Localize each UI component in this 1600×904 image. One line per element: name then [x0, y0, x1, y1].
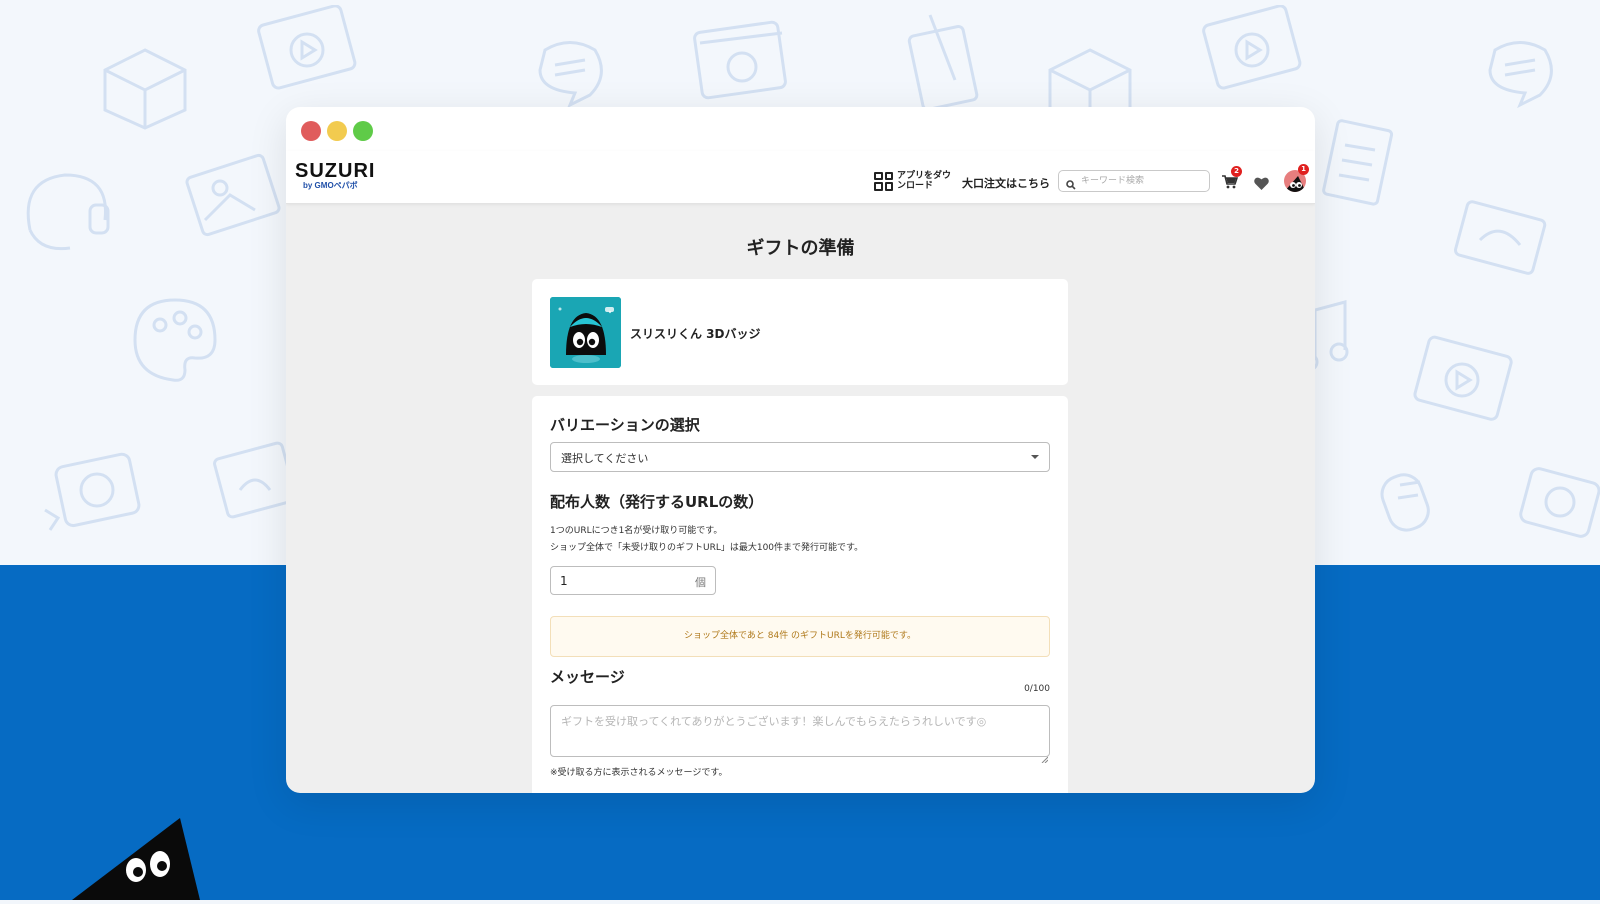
chat-doodle-icon-2 [1480, 35, 1560, 125]
search-box [1058, 170, 1210, 192]
browser-window: SUZURI by GMOペパボ アプリをダウンロード 大口注文はこちら 2 [286, 107, 1315, 793]
palette-doodle-icon [125, 290, 225, 390]
chevron-down-icon [1031, 455, 1039, 459]
cube-doodle-icon [95, 40, 195, 130]
main-content: ギフトの準備 スリスリくん 3Dバッジ バリエーションの選択 選択してください … [286, 204, 1315, 793]
camera-doodle-icon-2 [1510, 450, 1600, 550]
pen-doodle-icon [900, 10, 990, 110]
video-doodle-icon-2 [1200, 5, 1310, 105]
minimize-window-button[interactable] [327, 121, 347, 141]
recipient-count-field: 個 [550, 566, 716, 595]
search-icon [1066, 175, 1076, 194]
notification-badge: 1 [1298, 164, 1309, 175]
search-input[interactable] [1081, 172, 1205, 190]
recipient-count-unit: 個 [695, 576, 706, 589]
site-header: SUZURI by GMOペパボ アプリをダウンロード 大口注文はこちら 2 [286, 151, 1315, 204]
product-name: スリスリくん 3Dバッジ [630, 327, 761, 341]
recipient-count-input[interactable] [560, 571, 680, 590]
message-textarea[interactable] [550, 705, 1050, 757]
recipients-help-line1: 1つのURLにつき1名が受け取り可能です。 [550, 526, 723, 536]
account-menu-button[interactable]: 1 [1284, 164, 1309, 192]
product-card: スリスリくん 3Dバッジ [532, 279, 1068, 385]
app-download-label: アプリをダウンロード [897, 171, 952, 191]
textarea-resize-handle[interactable] [1041, 748, 1049, 764]
gift-form-card: バリエーションの選択 選択してください 配布人数（発行するURLの数） 1つのU… [532, 396, 1068, 793]
cart-badge: 2 [1231, 166, 1242, 177]
variation-selected-value: 選択してください [561, 452, 649, 465]
suzuri-logo[interactable]: SUZURI by GMOペパボ [295, 161, 375, 190]
variation-select[interactable]: 選択してください [550, 442, 1050, 472]
video-doodle-icon [255, 5, 365, 105]
video-doodle-icon-3 [1410, 335, 1520, 435]
qr-code-icon [874, 171, 893, 191]
document-doodle-icon [1320, 115, 1400, 215]
image-doodle-icon [185, 150, 285, 240]
close-window-button[interactable] [301, 121, 321, 141]
logo-text: SUZURI [295, 160, 376, 182]
window-titlebar [286, 107, 1315, 151]
recipients-label: 配布人数（発行するURLの数） [550, 493, 764, 511]
mascot-illustration [72, 818, 202, 900]
tablet-doodle-icon [1450, 190, 1550, 280]
message-note: ※受け取る方に表示されるメッセージです。 [550, 768, 728, 778]
maximize-window-button[interactable] [353, 121, 373, 141]
logo-subtext: by GMOペパボ [303, 181, 358, 190]
heart-icon [1254, 175, 1269, 194]
browser-doodle-icon [690, 15, 790, 105]
chat-doodle-icon [530, 35, 610, 115]
recipients-help-line2: ショップ全体で「未受け取りのギフトURL」は最大100件まで発行可能です。 [550, 543, 864, 553]
remaining-url-notice: ショップ全体であと 84件 のギフトURLを発行可能です。 [550, 616, 1050, 657]
mic-doodle-icon [1360, 460, 1450, 560]
message-label: メッセージ [550, 668, 625, 686]
app-download-link[interactable]: アプリをダウンロード [874, 171, 953, 191]
headset-doodle-icon [10, 160, 120, 260]
product-thumbnail[interactable] [550, 297, 621, 368]
favorites-button[interactable] [1254, 175, 1269, 194]
camera-doodle-icon [40, 440, 150, 540]
variation-label: バリエーションの選択 [550, 416, 700, 434]
cart-button[interactable]: 2 [1222, 166, 1242, 193]
page-title: ギフトの準備 [746, 238, 855, 259]
message-char-counter: 0/100 [1024, 684, 1050, 694]
bulk-order-link[interactable]: 大口注文はこちら [962, 175, 1050, 191]
